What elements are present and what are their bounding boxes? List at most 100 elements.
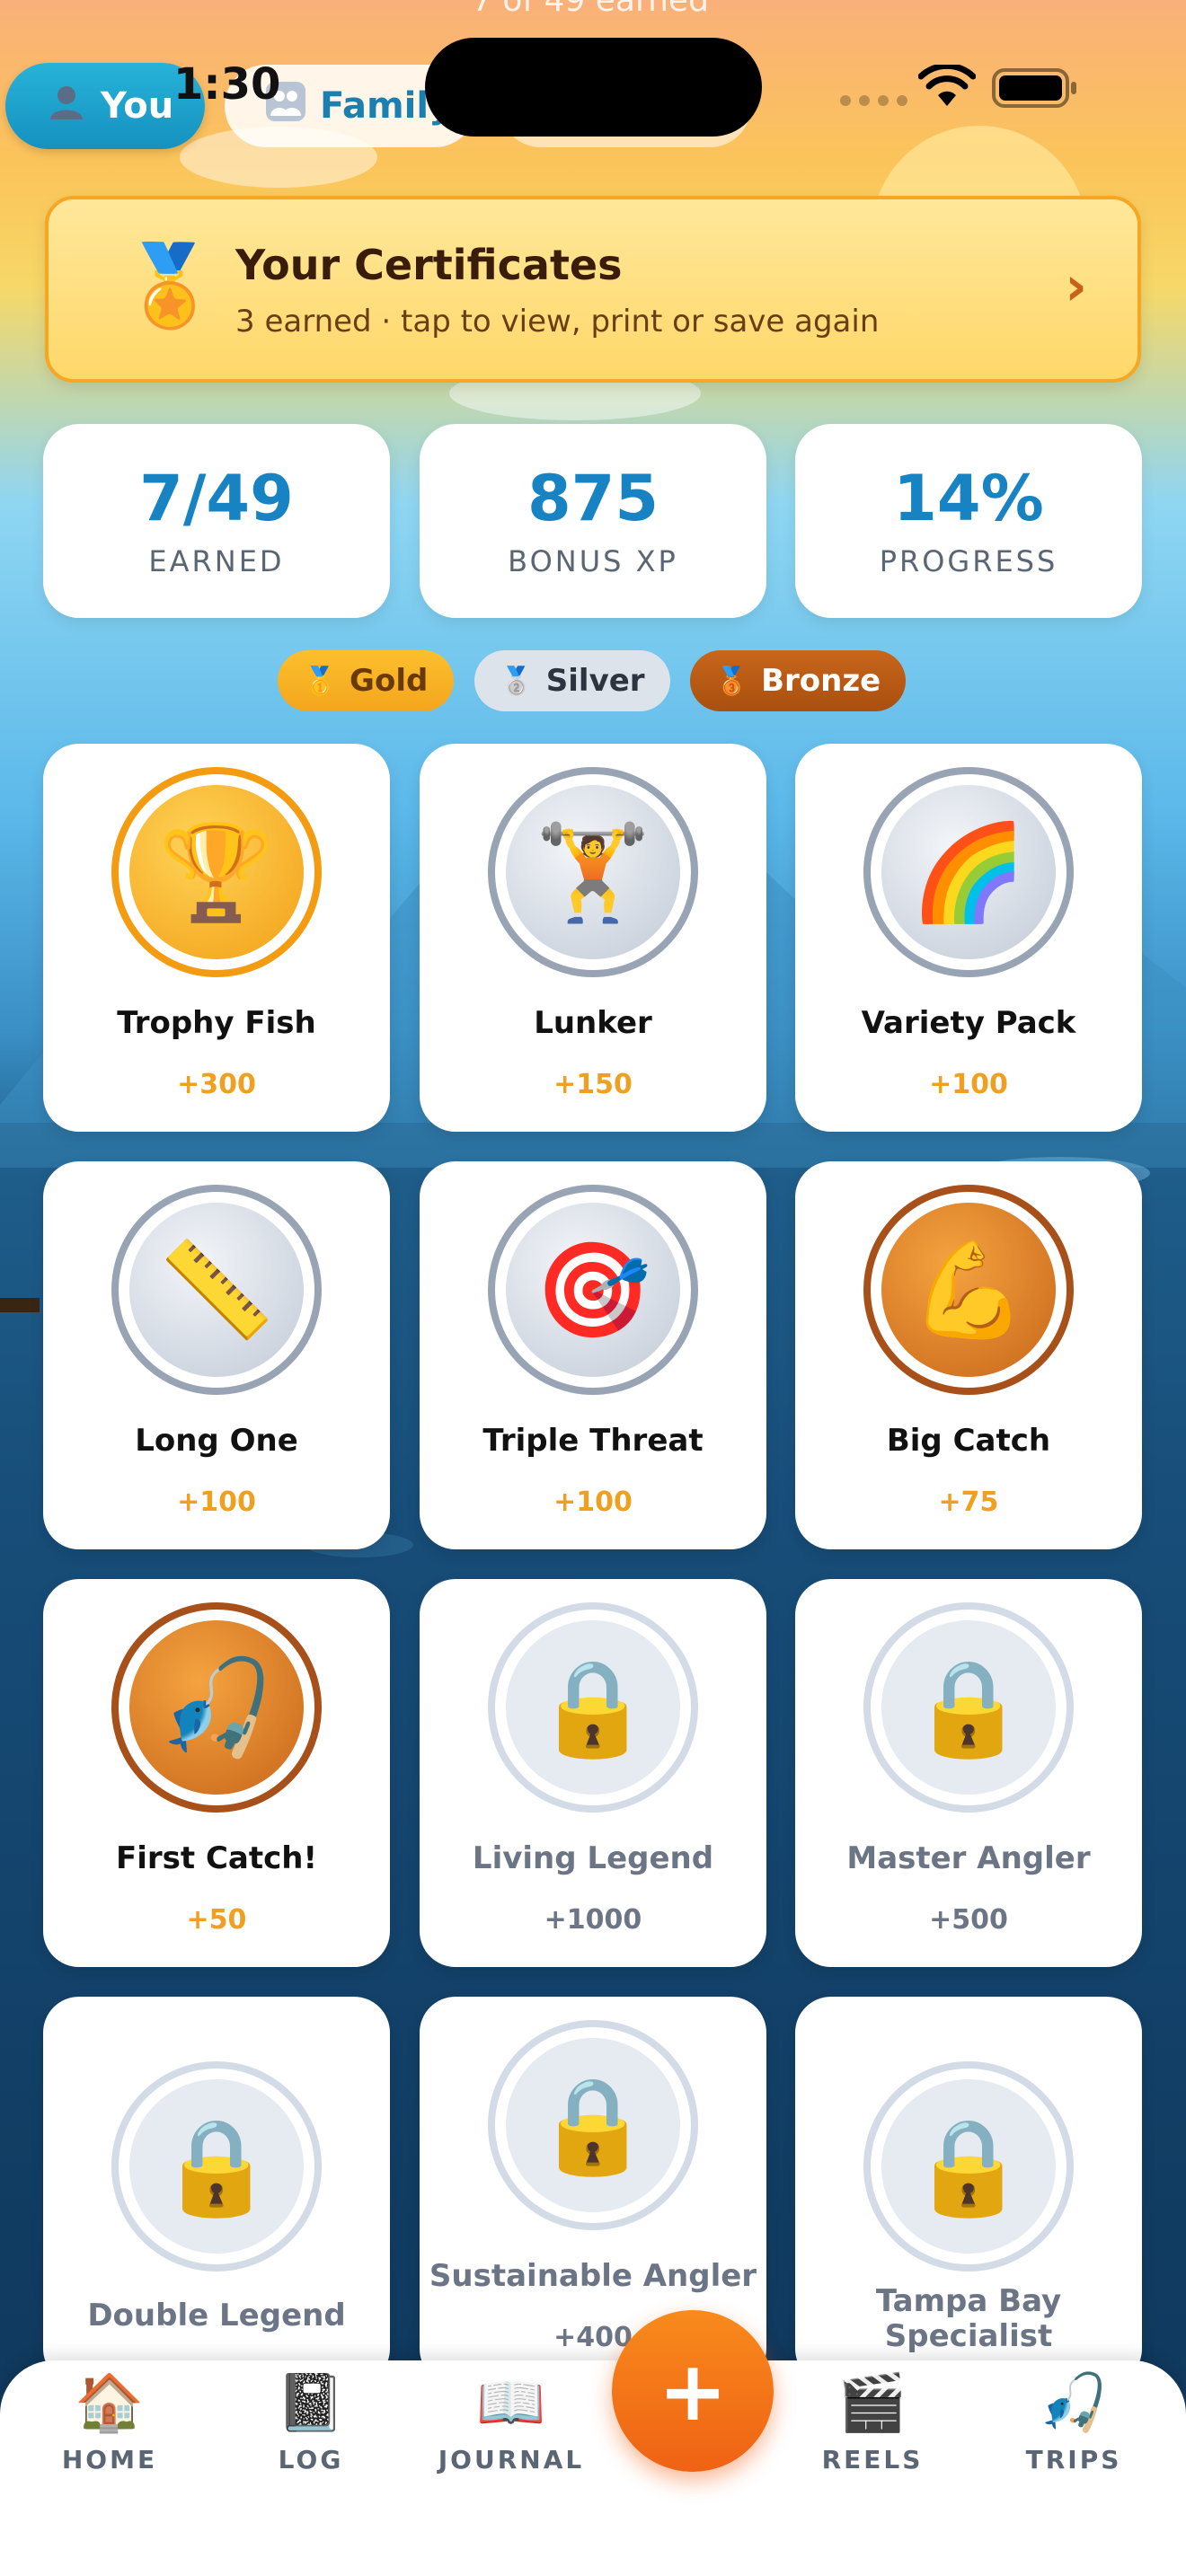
legend-chip-bronze: 🥉 Bronze	[690, 650, 906, 711]
legend-chip-gold: 🥇 Gold	[278, 650, 454, 711]
house-icon: 🏠	[75, 2369, 145, 2435]
badge-medal: 🔒	[111, 2061, 322, 2272]
badge-name: Trophy Fish	[117, 1005, 316, 1041]
legend-bronze-label: Bronze	[761, 663, 881, 699]
legend-silver-label: Silver	[545, 663, 645, 699]
user-icon	[47, 82, 86, 130]
badge-xp: +1000	[544, 1904, 642, 1936]
nav-reels-label: REELS	[821, 2445, 924, 2475]
nav-journal-label: JOURNAL	[438, 2445, 585, 2475]
flexed-arm-icon: 💪	[881, 1203, 1056, 1377]
certificates-title: Your Certificates	[235, 241, 623, 289]
battery-icon	[992, 68, 1076, 108]
bronze-medal-icon: 🥉	[714, 665, 749, 697]
lock-icon: 🔒	[506, 1620, 680, 1795]
add-catch-button[interactable]: +	[612, 2310, 774, 2472]
trophy-icon: 🏆	[129, 785, 304, 959]
certificates-subtitle: 3 earned · tap to view, print or save ag…	[235, 304, 880, 340]
badge-card-tampa-bay-specialist[interactable]: 🔒 Tampa Bay Specialist	[795, 1997, 1142, 2385]
stat-value: 875	[527, 462, 659, 535]
clapper-icon: 🎬	[837, 2369, 907, 2435]
badge-medal: 🔒	[863, 2061, 1074, 2272]
badge-medal: 🌈	[863, 767, 1074, 977]
badge-card-master-angler[interactable]: 🔒 Master Angler +500	[795, 1579, 1142, 1967]
nav-log-label: LOG	[278, 2445, 344, 2475]
nav-reels[interactable]: 🎬 REELS	[792, 2369, 953, 2495]
badge-medal: 🔒	[863, 1602, 1074, 1813]
lock-icon: 🔒	[881, 1620, 1056, 1795]
badge-xp: +100	[553, 1486, 633, 1518]
badge-xp: +500	[929, 1904, 1008, 1936]
badge-card-big-catch[interactable]: 💪 Big Catch +75	[795, 1161, 1142, 1549]
badge-card-trophy-fish[interactable]: 🏆 Trophy Fish +300	[43, 744, 390, 1132]
dynamic-island	[425, 38, 762, 137]
notebook-icon: 📓	[276, 2369, 346, 2435]
badge-medal: 🏆	[111, 767, 322, 977]
badge-medal: 🎣	[111, 1602, 322, 1813]
badge-medal: 💪	[863, 1185, 1074, 1395]
target-icon: 🎯	[506, 1203, 680, 1377]
stat-value: 7/49	[139, 462, 294, 535]
stat-label: EARNED	[148, 544, 285, 578]
earned-summary-text: 7 of 49 earned	[472, 0, 709, 19]
badge-name: Long One	[135, 1423, 298, 1459]
badge-name: Tampa Bay Specialist	[875, 2283, 1062, 2355]
scope-tab-you-label: You	[101, 85, 174, 127]
nav-journal[interactable]: 📖 JOURNAL	[430, 2369, 592, 2495]
status-time: 1:30	[173, 59, 281, 110]
badge-name: Variety Pack	[861, 1005, 1076, 1041]
badge-xp: +150	[553, 1069, 633, 1100]
badge-name: Triple Threat	[482, 1423, 704, 1459]
badge-card-living-legend[interactable]: 🔒 Living Legend +1000	[420, 1579, 766, 1967]
lock-icon: 🔒	[129, 2079, 304, 2254]
ruler-icon: 📏	[129, 1203, 304, 1377]
badge-name: Big Catch	[886, 1423, 1051, 1459]
fishing-rod-icon: 🎣	[129, 1620, 304, 1795]
fishing-rod-icon: 🎣	[1039, 2369, 1109, 2435]
badge-card-lunker[interactable]: 🏋️ Lunker +150	[420, 744, 766, 1132]
nav-trips[interactable]: 🎣 TRIPS	[993, 2369, 1155, 2495]
stat-card-bonus-xp: 875 BONUS XP	[420, 424, 766, 618]
badge-medal: 🔒	[488, 2020, 698, 2230]
rainbow-icon: 🌈	[881, 785, 1056, 959]
nav-trips-label: TRIPS	[1025, 2445, 1122, 2475]
badge-card-double-legend[interactable]: 🔒 Double Legend	[43, 1997, 390, 2385]
chevron-right-icon: ›	[1065, 255, 1087, 318]
legend-chip-silver: 🥈 Silver	[474, 650, 670, 711]
badge-name: Sustainable Angler	[429, 2258, 757, 2294]
dock-shape	[0, 1298, 40, 1312]
badge-name: Master Angler	[846, 1840, 1091, 1876]
badge-medal: 🎯	[488, 1185, 698, 1395]
badge-medal: 🔒	[488, 1602, 698, 1813]
badge-name: First Catch!	[116, 1840, 317, 1876]
nav-log[interactable]: 📓 LOG	[230, 2369, 392, 2495]
cellular-signal-icon	[840, 95, 907, 106]
stat-card-progress: 14% PROGRESS	[795, 424, 1142, 618]
stat-card-earned: 7/49 EARNED	[43, 424, 390, 618]
badge-name: Double Legend	[87, 2298, 346, 2333]
certificates-banner[interactable]: 🏅 Your Certificates 3 earned · tap to vi…	[45, 196, 1141, 383]
weightlifter-icon: 🏋️	[506, 785, 680, 959]
badge-xp: +100	[177, 1486, 256, 1518]
badge-xp: +50	[186, 1904, 247, 1936]
lock-icon: 🔒	[506, 2038, 680, 2212]
stat-label: BONUS XP	[508, 544, 678, 578]
stat-label: PROGRESS	[879, 544, 1058, 578]
nav-home-label: HOME	[61, 2445, 158, 2475]
badge-name: Living Legend	[472, 1840, 714, 1876]
silver-medal-icon: 🥈	[500, 665, 534, 697]
badge-card-variety-pack[interactable]: 🌈 Variety Pack +100	[795, 744, 1142, 1132]
badge-xp: +100	[929, 1069, 1008, 1100]
gold-medal-icon: 🥇	[303, 665, 338, 697]
badge-card-triple-threat[interactable]: 🎯 Triple Threat +100	[420, 1161, 766, 1549]
medal-icon: 🏅	[120, 239, 219, 331]
open-book-icon: 📖	[476, 2369, 546, 2435]
lock-icon: 🔒	[881, 2079, 1056, 2254]
badge-xp: +300	[177, 1069, 256, 1100]
stat-value: 14%	[893, 462, 1044, 535]
badge-medal: 🏋️	[488, 767, 698, 977]
badge-card-first-catch[interactable]: 🎣 First Catch! +50	[43, 1579, 390, 1967]
nav-home[interactable]: 🏠 HOME	[29, 2369, 190, 2495]
badge-xp: +75	[938, 1486, 999, 1518]
badge-card-long-one[interactable]: 📏 Long One +100	[43, 1161, 390, 1549]
